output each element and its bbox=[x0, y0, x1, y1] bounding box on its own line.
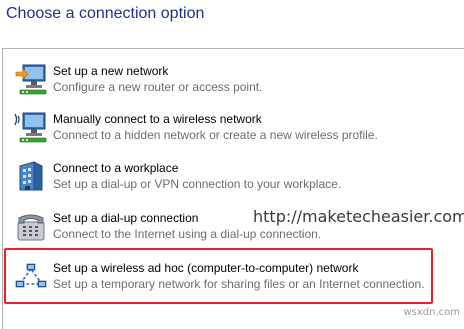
wireless-network-icon bbox=[14, 111, 48, 145]
watermark-text: http://maketecheasier.com bbox=[253, 207, 464, 226]
corner-watermark: wsxdn.com bbox=[403, 307, 460, 318]
option-workplace[interactable]: Connect to a workplace Set up a dial-up … bbox=[14, 160, 444, 204]
highlight-box bbox=[4, 248, 433, 304]
option-name: Set up a dial-up connection bbox=[53, 211, 199, 225]
dialog-title: Choose a connection option bbox=[6, 5, 205, 22]
option-description: Configure a new router or access point. bbox=[53, 80, 263, 94]
workplace-icon bbox=[14, 160, 48, 194]
option-description: Set up a dial-up or VPN connection to yo… bbox=[53, 177, 342, 191]
option-manual-wireless[interactable]: Manually connect to a wireless network C… bbox=[14, 111, 444, 155]
dialup-phone-icon bbox=[14, 210, 48, 244]
option-new-network[interactable]: Set up a new network Configure a new rou… bbox=[14, 63, 444, 107]
option-name: Manually connect to a wireless network bbox=[53, 112, 262, 126]
option-name: Connect to a workplace bbox=[53, 161, 179, 175]
option-description: Connect to the Internet using a dial-up … bbox=[53, 227, 322, 241]
new-network-icon bbox=[14, 63, 48, 97]
option-description: Connect to a hidden network or create a … bbox=[53, 128, 378, 142]
option-name: Set up a new network bbox=[53, 64, 169, 78]
